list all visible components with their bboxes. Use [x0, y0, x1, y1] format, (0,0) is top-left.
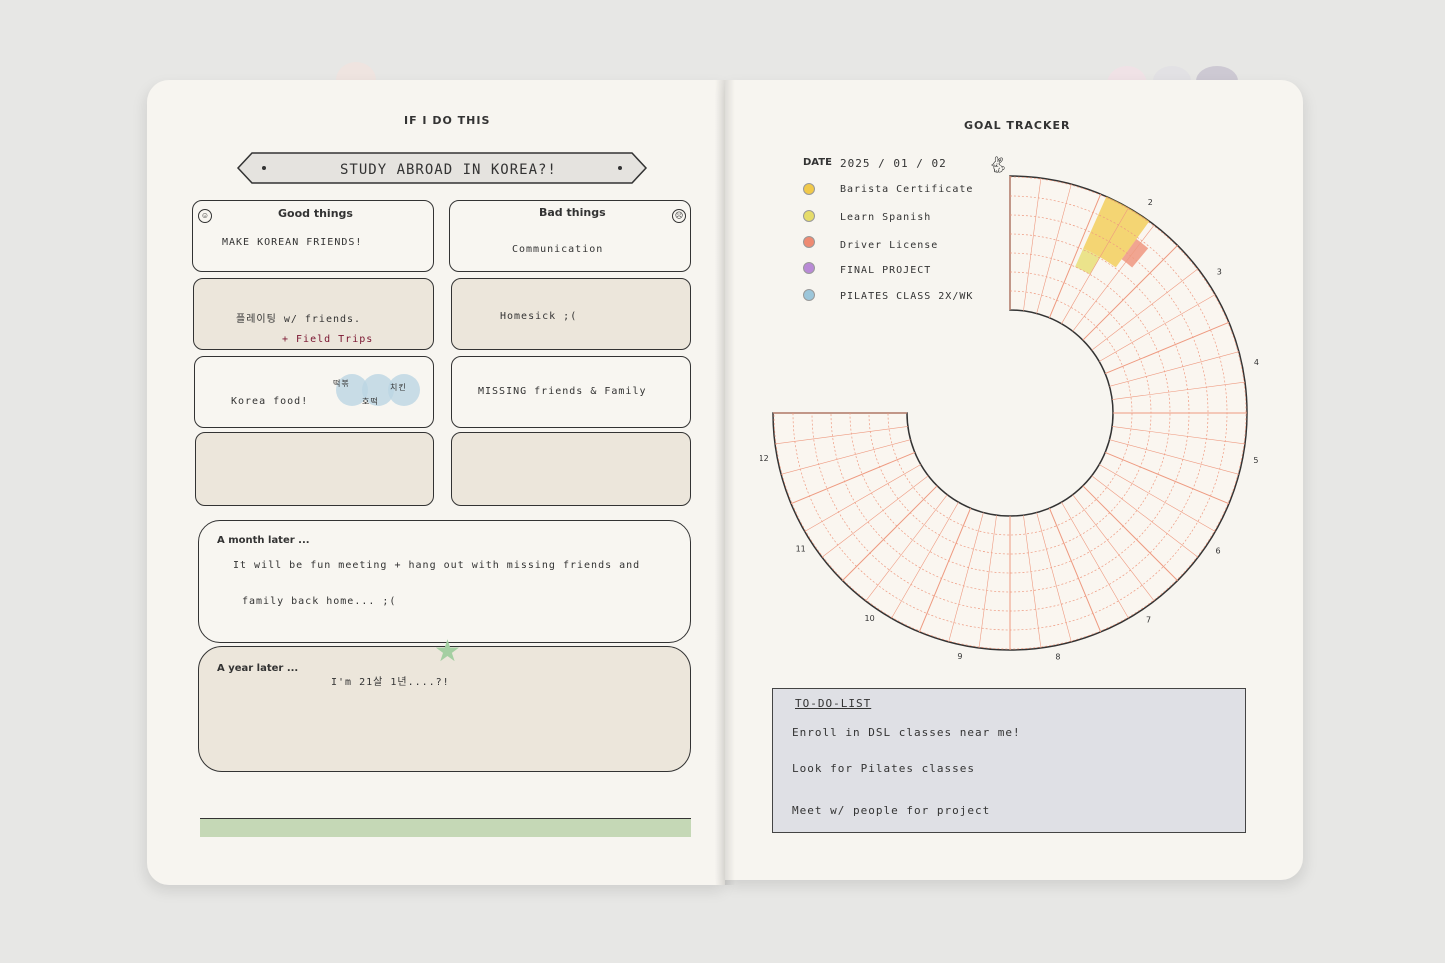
good-things-title: Good things [278, 207, 353, 220]
good-item-4: Korea food! [231, 396, 309, 407]
tracker-month-number: 3 [1217, 267, 1222, 276]
bad-item-3: MISSING friends & Family [478, 386, 647, 397]
month-later-text-2: family back home... ;( [242, 596, 397, 607]
tracker-month-number: 2 [1148, 198, 1153, 207]
todo-title: TO-DO-LIST [795, 697, 872, 710]
tracker-month-number: 9 [957, 652, 962, 661]
date-value: 2025 / 01 / 02 [840, 157, 947, 170]
tracker-month-number: 8 [1055, 652, 1060, 661]
date-label: DATE [803, 157, 832, 168]
todo-item-1: Enroll in DSL classes near me! [792, 726, 1021, 739]
good-item-6: 치킨 [390, 383, 407, 392]
month-later-label: A month later ... [217, 535, 310, 546]
tracker-month-number: 10 [865, 614, 875, 623]
todo-item-2: Look for Pilates classes [792, 762, 975, 775]
tracker-month-number: 12 [760, 454, 769, 463]
book-gutter [715, 80, 735, 885]
tracker-month-number: 7 [1146, 615, 1151, 624]
smile-icon: ☺ [198, 209, 212, 223]
tracker-month-number: 4 [1254, 358, 1259, 367]
good-box-4 [195, 432, 434, 506]
star-sticker: ★ [434, 635, 461, 668]
bad-things-title: Bad things [539, 206, 606, 219]
banner-text: STUDY ABROAD IN KOREA?! [340, 162, 557, 178]
tracker-month-number: 11 [796, 545, 806, 554]
bad-item-1: Communication [512, 244, 604, 255]
bad-item-2: Homesick ;( [500, 311, 578, 322]
year-later-text: I'm 21살 1년....?! [331, 677, 450, 688]
good-item-5: 떡볶 [333, 379, 350, 388]
good-item-7: 호떡 [362, 397, 379, 406]
month-later-text-1: It will be fun meeting + hang out with m… [233, 560, 641, 571]
right-page-heading: GOAL TRACKER [964, 119, 1071, 132]
grass-strip [200, 818, 691, 837]
good-item-2: 플레이팅 w/ friends. [236, 314, 362, 325]
bad-box-4 [451, 432, 691, 506]
good-item-3: + Field Trips [282, 334, 374, 345]
frown-icon: ☹ [672, 209, 686, 223]
good-item-1: MAKE KOREAN FRIENDS! [222, 237, 363, 248]
goal-tracker-arc: 123456789101112 [760, 175, 1259, 661]
left-page-heading: IF I DO THIS [404, 114, 491, 127]
year-later-label: A year later ... [217, 663, 299, 674]
todo-item-3: Meet w/ people for project [792, 804, 991, 817]
tracker-month-number: 5 [1253, 456, 1258, 465]
tracker-month-number: 6 [1216, 546, 1221, 555]
